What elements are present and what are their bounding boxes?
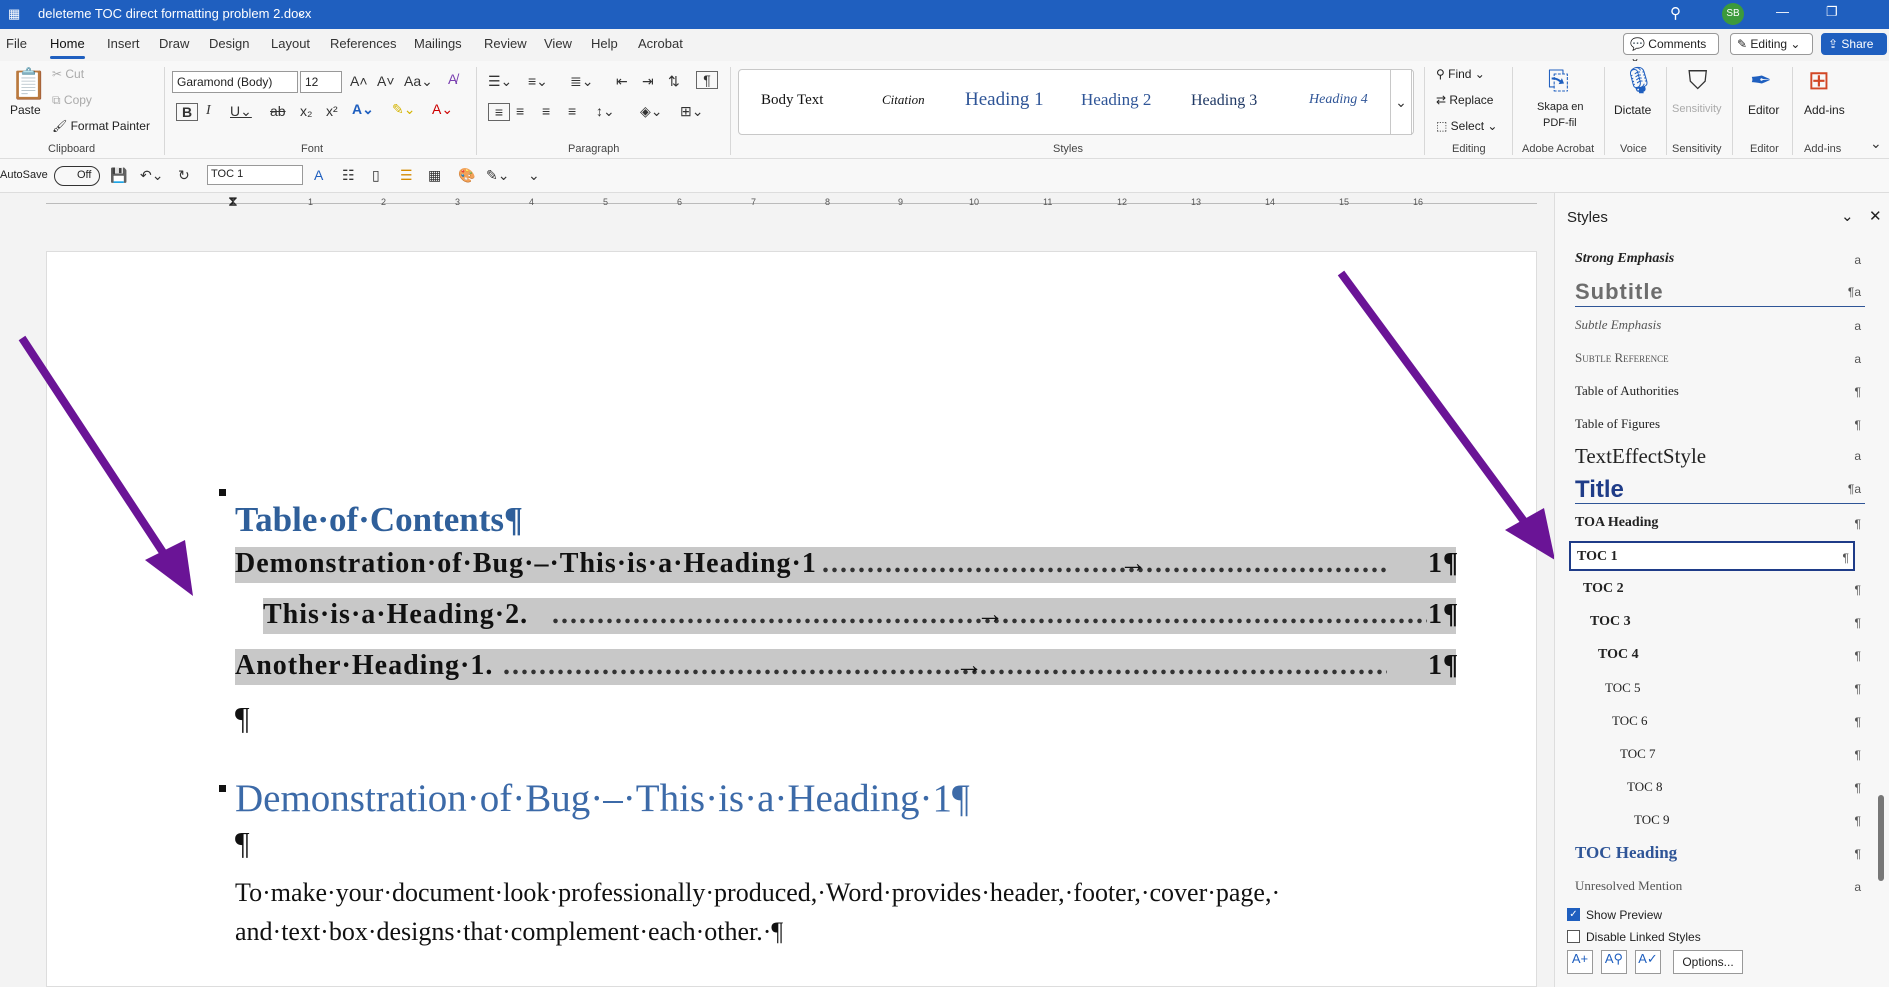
options-button[interactable]: Options... (1673, 950, 1743, 974)
style-type-mark: ¶ (1854, 715, 1861, 729)
style-item-selected[interactable]: TOC 1 ¶ (1569, 541, 1855, 571)
style-item[interactable]: Subtitle ¶a (1575, 277, 1865, 307)
style-item-label: TOC 3 (1590, 614, 1631, 629)
style-item[interactable]: TextEffectStyle a (1575, 441, 1865, 471)
style-item-label: Subtitle (1575, 279, 1664, 304)
style-item-label: TOC 5 (1605, 680, 1641, 695)
styles-pane: Styles ⌄ ✕ Strong Emphasis a Subtitle ¶a S… (1554, 193, 1889, 987)
style-item-label: TOC 8 (1627, 779, 1663, 794)
show-preview-checkbox[interactable]: ✓ (1567, 908, 1580, 921)
style-type-mark: ¶a (1847, 285, 1861, 299)
style-item-label: Unresolved Mention (1575, 878, 1683, 893)
style-type-mark: ¶ (1842, 551, 1849, 565)
style-type-mark: a (1854, 319, 1861, 333)
style-type-mark: a (1854, 449, 1861, 463)
style-item[interactable]: TOC 3 ¶ (1575, 608, 1865, 638)
style-type-mark: ¶a (1847, 482, 1861, 496)
scrollbar-thumb[interactable] (1878, 795, 1884, 881)
style-type-mark: ¶ (1854, 814, 1861, 828)
style-item-label: Title (1575, 476, 1624, 503)
style-type-mark: a (1854, 253, 1861, 267)
new-style-icon[interactable]: A+ (1567, 950, 1593, 974)
style-item[interactable]: TOA Heading ¶ (1575, 509, 1865, 539)
annotation-arrowhead-right (1505, 508, 1555, 560)
annotation-arrow-left (18, 335, 172, 563)
annotation-arrowhead-left (145, 540, 193, 596)
styles-pane-title: Styles (1567, 209, 1608, 226)
style-item-label: Subtle Emphasis (1575, 317, 1662, 332)
disable-linked-checkbox[interactable] (1567, 930, 1580, 943)
style-item[interactable]: Title ¶a (1575, 474, 1865, 504)
style-item-label: TOC Heading (1575, 843, 1678, 862)
style-item[interactable]: Subtle Emphasis a (1575, 311, 1865, 341)
style-type-mark: ¶ (1854, 682, 1861, 696)
style-type-mark: ¶ (1854, 748, 1861, 762)
style-type-mark: a (1854, 352, 1861, 366)
style-item[interactable]: TOC 6 ¶ (1575, 707, 1865, 737)
style-type-mark: ¶ (1854, 616, 1861, 630)
annotation-arrow-right (1337, 270, 1530, 527)
style-item[interactable]: TOC 9 ¶ (1575, 806, 1865, 836)
style-item[interactable]: Table of Authorities ¶ (1575, 377, 1865, 407)
style-type-mark: a (1854, 880, 1861, 894)
style-item[interactable]: TOC 2 ¶ (1575, 575, 1865, 605)
style-type-mark: ¶ (1854, 847, 1861, 861)
style-item[interactable]: TOC 5 ¶ (1575, 674, 1865, 704)
style-item[interactable]: Table of Figures ¶ (1575, 410, 1865, 440)
style-type-mark: ¶ (1854, 418, 1861, 432)
style-item-label: Strong Emphasis (1575, 251, 1675, 266)
style-item[interactable]: Unresolved Mention a (1575, 872, 1865, 902)
style-item-label: TOC 2 (1583, 581, 1624, 596)
manage-styles-icon[interactable]: A✓ (1635, 950, 1661, 974)
style-item[interactable]: Subtle Reference a (1575, 344, 1865, 374)
style-item-label: TOC 6 (1612, 713, 1648, 728)
style-type-mark: ¶ (1854, 517, 1861, 531)
style-item-label: TOC 1 (1577, 549, 1618, 564)
style-item[interactable]: TOC 4 ¶ (1575, 641, 1865, 671)
style-item[interactable]: TOC Heading ¶ (1575, 839, 1865, 869)
style-inspector-icon[interactable]: A⚲ (1601, 950, 1627, 974)
disable-linked-label: Disable Linked Styles (1586, 930, 1701, 944)
style-type-mark: ¶ (1854, 649, 1861, 663)
style-item-label: Table of Authorities (1575, 383, 1679, 398)
style-item[interactable]: TOC 8 ¶ (1575, 773, 1865, 803)
styles-scrollbar[interactable] (1877, 239, 1885, 897)
style-item-label: TOC 4 (1598, 647, 1639, 662)
style-item[interactable]: Strong Emphasis a (1575, 245, 1865, 275)
style-type-mark: ¶ (1854, 583, 1861, 597)
close-icon[interactable]: ✕ (1869, 207, 1882, 225)
style-type-mark: ¶ (1854, 781, 1861, 795)
chevron-down-icon[interactable]: ⌄ (1841, 207, 1854, 225)
style-item-label: Subtle Reference (1575, 350, 1669, 365)
style-item-label: TOC 7 (1620, 746, 1656, 761)
style-item[interactable]: TOC 7 ¶ (1575, 740, 1865, 770)
style-item-label: TOC 9 (1634, 812, 1670, 827)
style-item-label: Table of Figures (1575, 416, 1661, 431)
style-type-mark: ¶ (1854, 385, 1861, 399)
style-item-label: TextEffectStyle (1575, 444, 1707, 468)
style-item-label: TOA Heading (1575, 515, 1659, 530)
show-preview-label: Show Preview (1586, 908, 1663, 922)
